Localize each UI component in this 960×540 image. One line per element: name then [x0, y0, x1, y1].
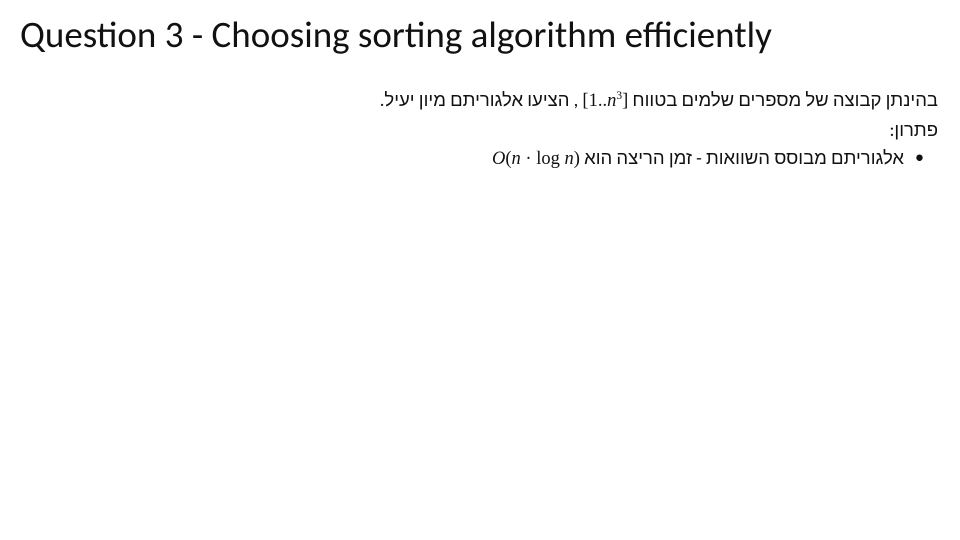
- slide-body: בהינתן קבוצה של מספרים שלמים בטווח [1..n…: [90, 86, 938, 174]
- slide: Question 3 - Choosing sorting algorithm …: [0, 0, 960, 540]
- solution-bullet-1: אלגוריתם מבוסס השוואות - זמן הריצה הוא O…: [90, 144, 938, 174]
- problem-statement: בהינתן קבוצה של מספרים שלמים בטווח [1..n…: [90, 86, 938, 116]
- dot-operator: ·: [521, 149, 536, 169]
- range-expression: [1..n3]: [582, 87, 628, 116]
- variable-n: n: [564, 149, 573, 169]
- big-o-expression: O(n · log n): [492, 145, 580, 174]
- variable-n: n: [607, 91, 616, 111]
- bullet-text: אלגוריתם מבוסס השוואות - זמן הריצה הוא: [580, 146, 904, 169]
- variable-n: n: [512, 149, 521, 169]
- slide-title: Question 3 - Choosing sorting algorithm …: [20, 12, 940, 57]
- big-o-symbol: O: [492, 149, 505, 169]
- range-open: [1..: [582, 91, 607, 111]
- log-operator: log: [536, 149, 564, 169]
- problem-text-post: , הציעו אלגוריתם מיון יעיל.: [380, 88, 578, 111]
- problem-text-pre: בהינתן קבוצה של מספרים שלמים בטווח: [628, 88, 938, 111]
- solution-label: פתרון:: [90, 116, 938, 145]
